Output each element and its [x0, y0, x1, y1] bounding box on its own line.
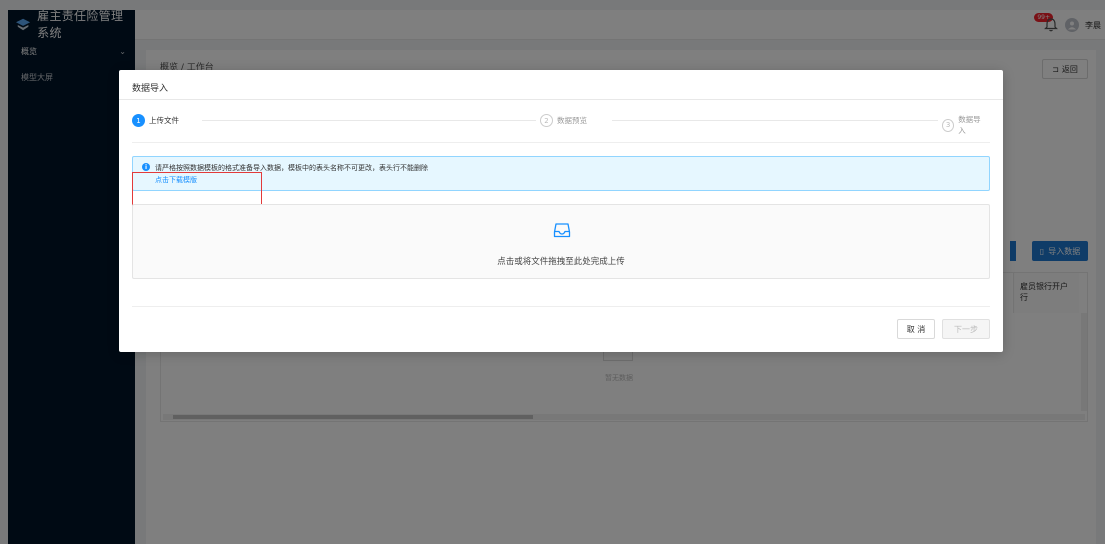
step-import: 3 数据导入 — [938, 114, 990, 136]
step-upload: 1 上传文件 — [132, 114, 183, 127]
step-preview: 2 数据预览 — [536, 114, 591, 127]
modal-title: 数据导入 — [132, 84, 169, 94]
step-connector — [202, 120, 537, 121]
step-label: 上传文件 — [149, 116, 179, 125]
info-icon: i — [142, 163, 150, 171]
step-connector — [612, 120, 947, 121]
step-number: 1 — [132, 114, 145, 127]
step-number: 2 — [540, 114, 553, 127]
data-import-modal: 数据导入 1 上传文件 2 数据预览 3 数据导入 i 请严格按照数据模板的格式… — [119, 70, 1003, 352]
step-number: 3 — [942, 118, 955, 132]
modal-header: 数据导入 — [119, 70, 1003, 100]
step-label: 数据预览 — [557, 116, 587, 125]
steps: 1 上传文件 2 数据预览 3 数据导入 — [132, 114, 990, 136]
upload-hint: 点击或将文件拖拽至此处完成上传 — [497, 257, 625, 267]
inbox-icon — [553, 223, 571, 238]
cancel-button[interactable]: 取 消 — [897, 319, 935, 339]
divider — [132, 142, 990, 143]
highlight-box — [132, 172, 262, 207]
step-label: 数据导入 — [958, 115, 981, 135]
next-step-button[interactable]: 下一步 — [942, 319, 990, 339]
upload-dropzone[interactable]: 点击或将文件拖拽至此处完成上传 — [132, 204, 990, 279]
divider — [132, 306, 990, 307]
